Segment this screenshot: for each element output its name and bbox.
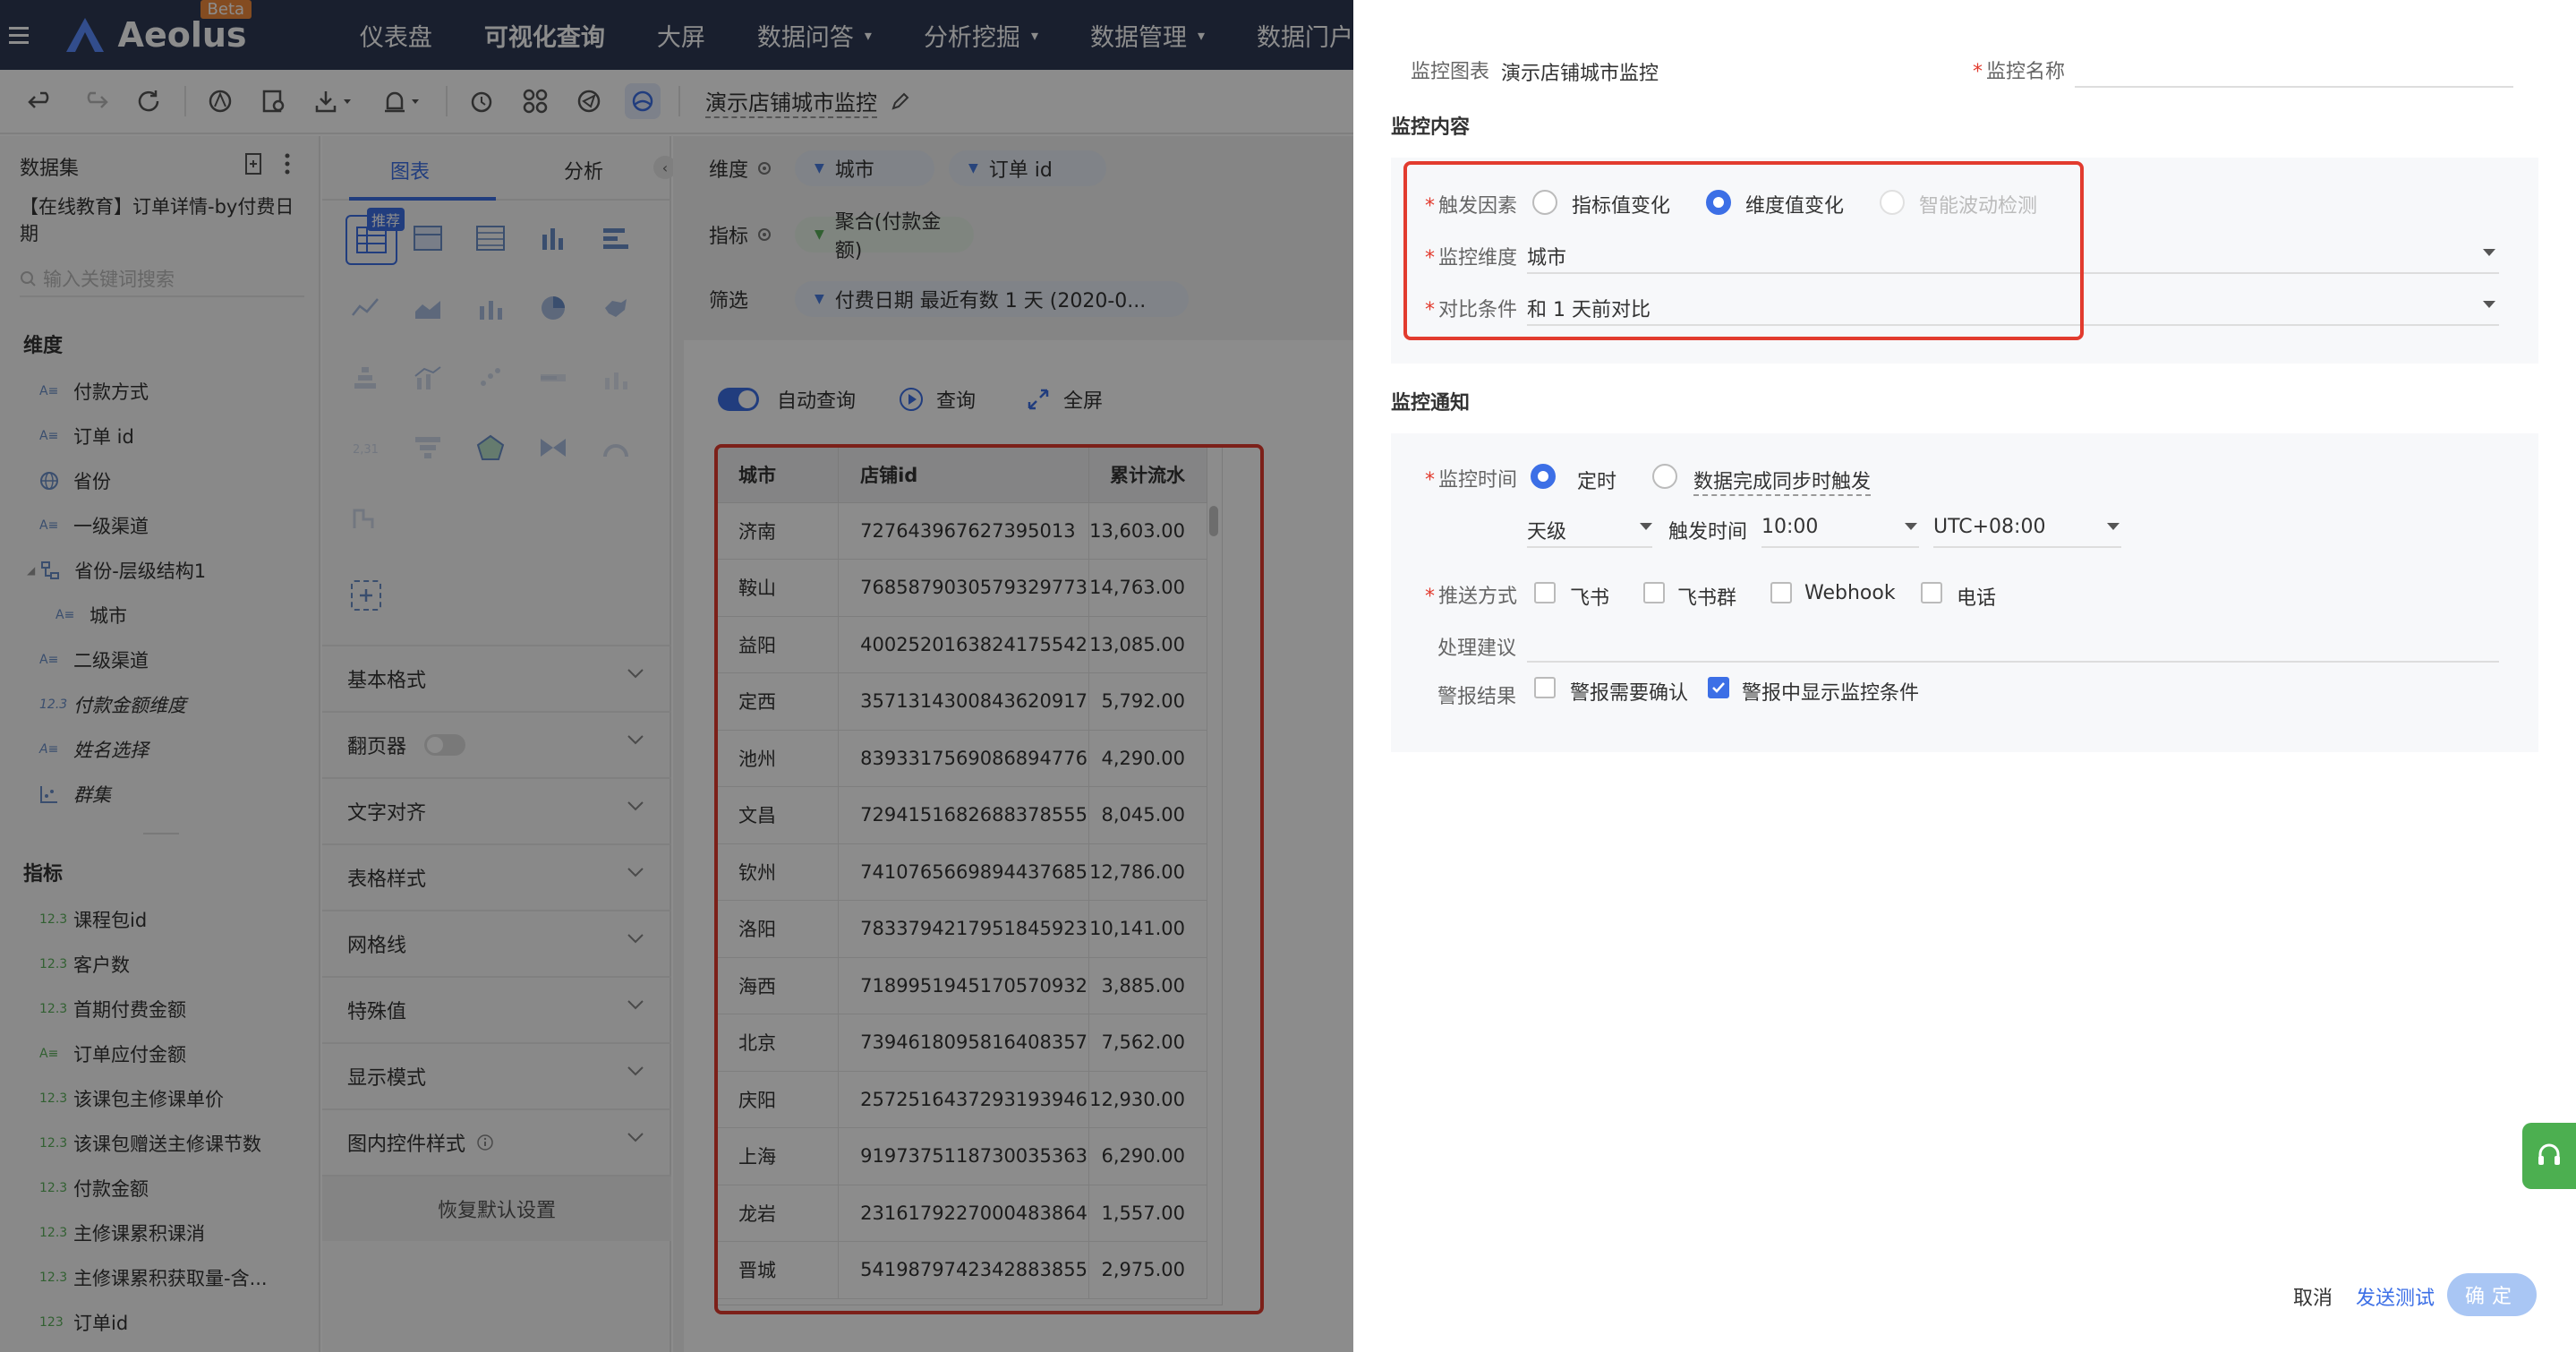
help-button[interactable] [2522, 1123, 2576, 1189]
chevron-down-icon[interactable] [1905, 523, 1917, 530]
checkbox-require-confirm[interactable] [1534, 677, 1556, 698]
monitor-chart-label: 监控图表 [1411, 61, 1490, 83]
option-phone[interactable]: 电话 [1957, 582, 1996, 611]
option-webhook[interactable]: Webhook [1804, 582, 1896, 604]
advice-input[interactable] [1527, 661, 2499, 663]
option-require-confirm[interactable]: 警报需要确认 [1570, 677, 1688, 706]
option-scheduled[interactable]: 定时 [1577, 466, 1616, 494]
chevron-down-icon[interactable] [2483, 249, 2495, 256]
option-on-sync[interactable]: 数据完成同步时触发 [1693, 466, 1872, 496]
monitor-drawer: 监控图表 演示店铺城市监控 * 监控名称 监控内容 * 触发因素 指标值变化 维度值… [1353, 0, 2576, 1352]
monitor-chart-value: 演示店铺城市监控 [1501, 63, 1659, 85]
send-test-button[interactable]: 发送测试 [2356, 1282, 2435, 1311]
option-show-conditions[interactable]: 警报中显示监控条件 [1742, 677, 1919, 706]
option-feishu-group[interactable]: 飞书群 [1677, 582, 1736, 611]
checkbox-webhook[interactable] [1770, 582, 1792, 603]
headset-icon [2538, 1143, 2560, 1165]
checkbox-show-conditions[interactable] [1708, 677, 1729, 698]
timezone-select[interactable]: UTC+08:00 [1933, 516, 2045, 538]
monitor-notify-title: 监控通知 [1391, 392, 1471, 415]
cancel-button[interactable]: 取消 [2293, 1282, 2333, 1311]
checkbox-feishu-group[interactable] [1643, 582, 1665, 603]
confirm-button[interactable]: 确定 [2447, 1273, 2537, 1316]
chevron-down-icon[interactable] [1640, 523, 1652, 530]
option-feishu[interactable]: 飞书 [1570, 582, 1609, 611]
modal-overlay[interactable] [0, 0, 1353, 1352]
radio-scheduled[interactable] [1531, 464, 1556, 489]
checkbox-phone[interactable] [1921, 582, 1942, 603]
monitor-content-title: 监控内容 [1391, 116, 1471, 139]
checkbox-feishu[interactable] [1534, 582, 1556, 603]
advice-label: 处理建议 [1437, 637, 1517, 660]
check-icon [1712, 682, 1725, 693]
push-method-label: * 推送方式 [1425, 586, 1518, 608]
monitor-name-input[interactable] [2075, 86, 2513, 88]
chevron-down-icon[interactable] [2483, 301, 2495, 308]
trigger-time-label: 触发时间 [1668, 521, 1748, 543]
radio-on-sync[interactable] [1652, 464, 1677, 489]
divider [1527, 546, 1652, 548]
chevron-down-icon[interactable] [2107, 523, 2120, 530]
frequency-select[interactable]: 天级 [1527, 516, 1566, 544]
trigger-time-select[interactable]: 10:00 [1761, 516, 1818, 538]
content-highlight-box [1403, 161, 2084, 340]
monitor-name-label: * 监控名称 [1973, 61, 2066, 83]
divider [1761, 546, 1919, 548]
monitor-time-label: * 监控时间 [1425, 469, 1518, 492]
divider [1933, 546, 2121, 548]
alert-result-label: 警报结果 [1437, 686, 1517, 708]
